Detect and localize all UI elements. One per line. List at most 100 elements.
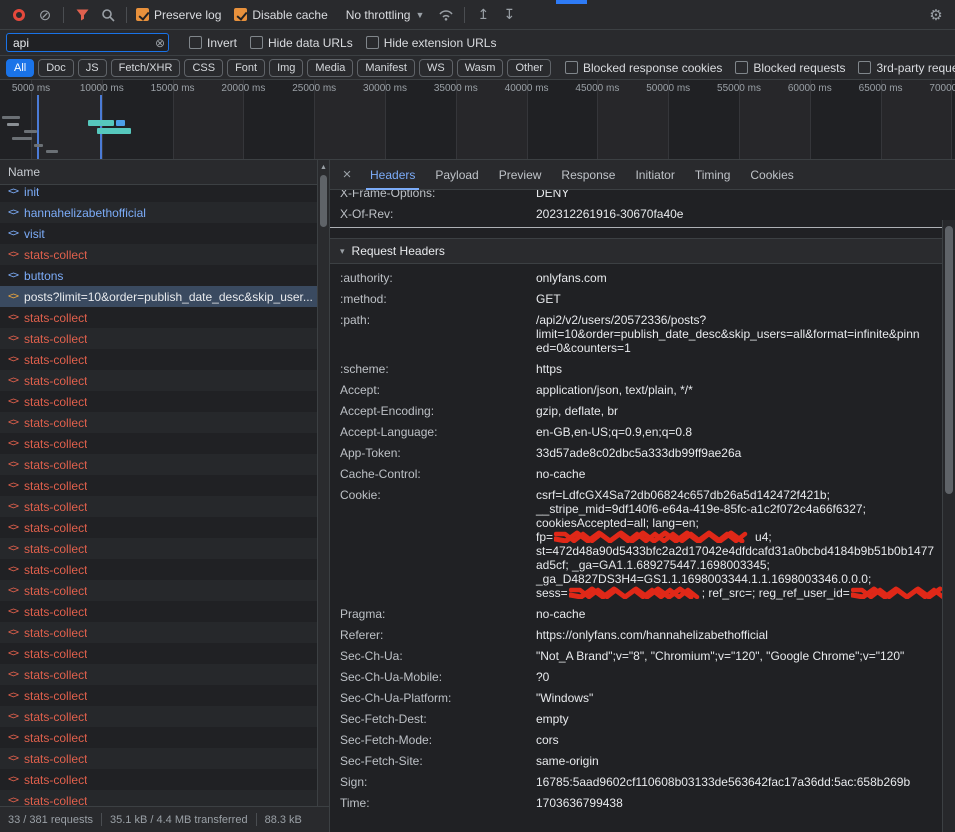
type-checkbox[interactable]: Blocked requests <box>735 61 845 75</box>
export-har-button[interactable]: ↧ <box>496 3 522 27</box>
timeline-event-line <box>37 95 39 159</box>
file-type-icon: <> <box>8 459 18 470</box>
file-type-icon: <> <box>8 333 18 344</box>
scrollbar-thumb[interactable] <box>320 175 327 227</box>
request-row[interactable]: <>stats-collect <box>0 559 329 580</box>
header-value-text: csrf=LdfcGX4Sa72db06824c657db26a5d142472… <box>536 488 830 502</box>
clear-button[interactable]: ⊘ <box>32 3 58 27</box>
request-name: stats-collect <box>24 731 87 745</box>
type-checkbox[interactable]: Blocked response cookies <box>565 61 722 75</box>
timeline-overview[interactable]: 5000 ms10000 ms15000 ms20000 ms25000 ms3… <box>0 80 955 160</box>
request-row[interactable]: <>stats-collect <box>0 685 329 706</box>
request-row[interactable]: <>stats-collect <box>0 790 329 806</box>
header-value-line: /api2/v2/users/20572336/posts? <box>536 313 929 327</box>
file-type-icon: <> <box>8 480 18 491</box>
details-scrollbar[interactable] <box>942 220 955 832</box>
request-row[interactable]: <>stats-collect <box>0 601 329 622</box>
filter-toggle-button[interactable] <box>69 3 95 27</box>
header-value-text: cookiesAccepted=all; lang=en; <box>536 516 699 530</box>
request-row[interactable]: <>buttons <box>0 265 329 286</box>
header-name: :method: <box>340 292 536 306</box>
request-row[interactable]: <>stats-collect <box>0 769 329 790</box>
request-row[interactable]: <>stats-collect <box>0 244 329 265</box>
search-button[interactable] <box>95 3 121 27</box>
request-row[interactable]: <>stats-collect <box>0 454 329 475</box>
type-chip-ws[interactable]: WS <box>419 59 453 77</box>
request-row[interactable]: <>init <box>0 185 329 202</box>
type-chip-manifest[interactable]: Manifest <box>357 59 415 77</box>
request-row[interactable]: <>stats-collect <box>0 475 329 496</box>
request-row[interactable]: <>stats-collect <box>0 538 329 559</box>
hide-extension-urls-checkbox[interactable]: Hide extension URLs <box>366 36 497 50</box>
request-row[interactable]: <>stats-collect <box>0 370 329 391</box>
request-headers-section[interactable]: ▾Request Headers <box>330 238 955 264</box>
type-checkbox[interactable]: 3rd-party requests <box>858 61 955 75</box>
clear-filter-icon[interactable]: ⊗ <box>155 36 165 50</box>
timeline-tick-label: 65000 ms <box>859 83 903 94</box>
type-chip-other[interactable]: Other <box>507 59 551 77</box>
request-row[interactable]: <>stats-collect <box>0 433 329 454</box>
tab-response[interactable]: Response <box>551 160 625 190</box>
request-row[interactable]: <>posts?limit=10&order=publish_date_desc… <box>0 286 329 307</box>
throttling-select[interactable]: No throttling ▼ <box>346 8 425 22</box>
type-chip-all[interactable]: All <box>6 59 34 77</box>
request-row[interactable]: <>stats-collect <box>0 727 329 748</box>
disable-cache-checkbox[interactable]: Disable cache <box>234 8 327 22</box>
record-button[interactable] <box>6 3 32 27</box>
search-icon <box>101 8 115 22</box>
type-chip-fetch-xhr[interactable]: Fetch/XHR <box>111 59 181 77</box>
request-row[interactable]: <> stats-collect <box>0 517 329 538</box>
list-scrollbar[interactable]: ▲ <box>317 160 329 806</box>
tab-timing[interactable]: Timing <box>685 160 741 190</box>
scrollbar-thumb[interactable] <box>945 226 953 494</box>
type-chip-js[interactable]: JS <box>78 59 107 77</box>
type-chip-doc[interactable]: Doc <box>38 59 74 77</box>
tab-initiator[interactable]: Initiator <box>625 160 684 190</box>
request-row[interactable]: <>stats-collect <box>0 307 329 328</box>
tab-payload[interactable]: Payload <box>425 160 488 190</box>
type-chip-img[interactable]: Img <box>269 59 303 77</box>
type-chip-font[interactable]: Font <box>227 59 265 77</box>
file-type-icon: <> <box>8 249 18 260</box>
request-row[interactable]: <>stats-collect <box>0 643 329 664</box>
waterfall-bar <box>7 123 19 126</box>
import-har-button[interactable]: ↥ <box>470 3 496 27</box>
scroll-up-icon[interactable]: ▲ <box>320 164 327 171</box>
request-row[interactable]: <>stats-collect <box>0 622 329 643</box>
tab-headers[interactable]: Headers <box>360 160 425 190</box>
network-conditions-button[interactable] <box>433 3 459 27</box>
settings-button[interactable]: ⚙ <box>923 3 949 27</box>
timeline-tick-label: 35000 ms <box>434 83 478 94</box>
header-value: "Not_A Brand";v="8", "Chromium";v="120",… <box>536 649 929 663</box>
request-row[interactable]: <>stats-collect <box>0 391 329 412</box>
checkbox-checked-icon <box>234 8 247 21</box>
file-type-icon: <> <box>8 522 18 533</box>
request-name: stats-collect <box>24 563 87 577</box>
hide-data-urls-checkbox[interactable]: Hide data URLs <box>250 36 353 50</box>
request-row[interactable]: <>stats-collect <box>0 748 329 769</box>
request-name: stats-collect <box>24 521 87 535</box>
close-details-icon[interactable]: × <box>334 166 360 183</box>
request-row[interactable]: <>visit <box>0 223 329 244</box>
file-type-icon: <> <box>8 669 18 680</box>
request-row[interactable]: <>stats-collect <box>0 328 329 349</box>
header-value-text: st=472d48a90d5433bfc2a2d17042e4dfdcafd31… <box>536 544 934 558</box>
filter-input[interactable] <box>6 33 169 52</box>
request-row[interactable]: <>stats-collect <box>0 580 329 601</box>
request-row[interactable]: <>stats-collect <box>0 412 329 433</box>
type-chip-css[interactable]: CSS <box>184 59 223 77</box>
preserve-log-checkbox[interactable]: Preserve log <box>136 8 221 22</box>
request-row[interactable]: <>stats-collect <box>0 349 329 370</box>
waterfall-bar <box>24 130 37 133</box>
request-row[interactable]: <>stats-collect <box>0 664 329 685</box>
request-row[interactable]: <>hannahelizabethofficial <box>0 202 329 223</box>
type-chip-wasm[interactable]: Wasm <box>457 59 504 77</box>
request-row[interactable]: <>stats-collect <box>0 706 329 727</box>
tab-preview[interactable]: Preview <box>489 160 552 190</box>
tab-cookies[interactable]: Cookies <box>740 160 803 190</box>
name-column-header[interactable]: Name <box>0 160 329 185</box>
invert-checkbox[interactable]: Invert <box>189 36 237 50</box>
type-chip-media[interactable]: Media <box>307 59 353 77</box>
request-row[interactable]: <>stats-collect <box>0 496 329 517</box>
header-value: same-origin <box>536 754 929 768</box>
